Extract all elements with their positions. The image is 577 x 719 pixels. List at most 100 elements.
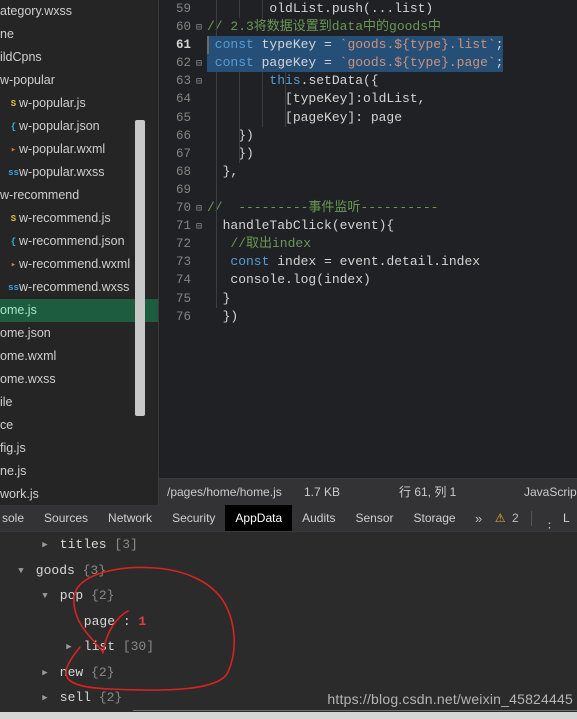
code-token-str: `goods.${type}.list` xyxy=(339,37,496,53)
code-text[interactable]: // ---------事件监听---------- xyxy=(207,199,438,217)
code-text[interactable]: oldList.push(...list) xyxy=(207,0,433,18)
appdata-count: [30] xyxy=(115,639,155,654)
code-line[interactable]: 65 [pageKey]: page xyxy=(159,108,577,127)
code-line[interactable]: 70 ⊟// ---------事件监听---------- xyxy=(159,199,577,218)
appdata-count: {3} xyxy=(74,562,107,578)
warning-count: 2 xyxy=(511,511,519,525)
code-text[interactable]: // 2.3将数据设置到data中的goods中 xyxy=(207,18,441,36)
code-editor[interactable]: 59 oldList.push(...list) 60 ⊟// 2.3将数据设置到d… xyxy=(159,0,577,478)
appdata-row[interactable]: ▶ titles [3] xyxy=(0,532,577,558)
file-tree-item[interactable]: ce xyxy=(0,414,159,437)
code-line[interactable]: 64 [typeKey]:oldList, xyxy=(159,90,577,109)
code-text[interactable]: //取出index xyxy=(207,235,311,253)
file-tree-item[interactable]: fig.js xyxy=(0,437,159,460)
code-line[interactable]: 62 ⊟ const pageKey = `goods.${type}.page`… xyxy=(159,54,577,73)
code-line[interactable]: 76 }) xyxy=(159,308,577,326)
code-text[interactable]: }, xyxy=(207,163,239,181)
file-tree-item[interactable]: ategory.wxss xyxy=(0,0,159,23)
code-line[interactable]: 59 oldList.push(...list) xyxy=(159,0,577,19)
chevron-down-icon[interactable]: ▼ xyxy=(14,559,28,585)
devtools-tabbar[interactable]: sole Sources Network Security AppData Audits S… xyxy=(0,505,577,532)
code-line[interactable]: 67 }) xyxy=(159,144,577,163)
chevron-right-icon[interactable]: ▶ xyxy=(38,686,52,712)
appdata-count: {2} xyxy=(83,588,115,603)
code-text[interactable]: }) xyxy=(207,127,254,145)
file-tree-item-label: ategory.wxss xyxy=(0,4,73,18)
devtools-tab-storage[interactable]: Storage xyxy=(404,505,466,531)
file-tree-item[interactable]: w-popular xyxy=(0,69,159,92)
code-line[interactable]: 61 const typeKey = `goods.${type}.list`; xyxy=(159,36,577,55)
code-text[interactable]: this.setData({ xyxy=(207,72,378,90)
code-token-com: // ---------事件监听---------- xyxy=(207,200,439,216)
devtools-tab-network[interactable]: Network xyxy=(98,505,162,531)
file-tree-scrollbar-track[interactable] xyxy=(135,0,152,505)
code-token-kw: const xyxy=(207,55,254,71)
chevron-right-icon[interactable]: ▶ xyxy=(62,635,76,661)
status-caret-pos[interactable]: 行 61, 列 1 xyxy=(399,479,456,506)
devtools-tab-sensor[interactable]: Sensor xyxy=(345,505,403,531)
chevron-double-right-icon[interactable]: » xyxy=(469,505,488,531)
code-line[interactable]: 71 ⊟ handleTabClick(event){ xyxy=(159,217,577,236)
indent-guide xyxy=(216,162,217,181)
code-line[interactable]: 63⊟ this.setData({ xyxy=(159,72,577,91)
devtools-tab-security[interactable]: Security xyxy=(162,505,225,531)
devtools-tabbar-right[interactable]: » ⚠ 2 ⋮ L xyxy=(469,505,577,531)
devtools-tab-appdata[interactable]: AppData xyxy=(225,505,293,531)
appdata-row[interactable]: ▶ page : 1 xyxy=(0,609,577,635)
code-line[interactable]: 72 //取出index xyxy=(159,235,577,254)
code-text[interactable]: }) xyxy=(207,308,239,326)
appdata-row[interactable]: ▶ list [30] xyxy=(0,634,577,660)
more-options-icon[interactable]: ⋮ xyxy=(541,514,559,531)
code-line[interactable]: 75 } xyxy=(159,289,577,308)
code-text[interactable]: } xyxy=(207,290,231,308)
code-text[interactable]: console.log(index) xyxy=(207,271,371,289)
indent-guide xyxy=(216,289,217,308)
code-text[interactable]: const typeKey = `goods.${type}.list`; xyxy=(207,36,504,55)
file-explorer[interactable]: ategory.wxss ne ildCpns w-popular Sw-popular… xyxy=(0,0,159,505)
indent-guide xyxy=(216,126,217,145)
indent-guide xyxy=(285,108,286,127)
code-text[interactable]: [pageKey]: page xyxy=(207,109,402,127)
devtools-tab-sources[interactable]: Sources xyxy=(34,505,98,531)
code-lines[interactable]: 59 oldList.push(...list) 60 ⊟// 2.3将数据设置到d… xyxy=(159,0,577,326)
file-tree-item[interactable]: ne.js xyxy=(0,460,159,483)
devtools-tab-audits[interactable]: Audits xyxy=(292,505,345,531)
file-tree-item-label: ome.wxml xyxy=(0,349,57,363)
warning-triangle-icon[interactable]: ⚠ xyxy=(493,505,506,531)
file-tree-item[interactable]: work.js xyxy=(0,483,159,505)
file-tree-item[interactable]: ne xyxy=(0,23,159,46)
chevron-right-icon[interactable]: ▶ xyxy=(38,661,52,687)
code-text[interactable]: handleTabClick(event){ xyxy=(207,217,395,235)
appdata-row[interactable]: ▼ pop {2} xyxy=(0,583,577,609)
chevron-down-icon[interactable]: ▼ xyxy=(38,584,52,610)
line-number: 59 xyxy=(175,2,191,16)
file-tree-item[interactable]: ildCpns xyxy=(0,46,159,69)
appdata-key: list xyxy=(76,639,116,654)
current-line-marker xyxy=(207,36,209,55)
file-tree-item-label: w-popular.json xyxy=(19,119,100,133)
code-token-plain: }) xyxy=(207,127,254,143)
code-token-kw: const xyxy=(207,37,254,53)
appdata-row-list[interactable]: ▶ titles [3]▼ goods {3}▼ pop {2}▶ page :… xyxy=(0,532,577,711)
chevron-right-icon[interactable]: ▶ xyxy=(38,533,52,559)
code-text[interactable]: const index = event.detail.index xyxy=(207,253,480,271)
code-line[interactable]: 73 const index = event.detail.index xyxy=(159,253,577,272)
code-text[interactable]: const pageKey = `goods.${type}.page`; xyxy=(207,54,504,73)
code-line[interactable]: 60 ⊟// 2.3将数据设置到data中的goods中 xyxy=(159,18,577,37)
appdata-row[interactable]: ▼ goods {3} xyxy=(0,558,577,584)
status-language[interactable]: JavaScrip xyxy=(524,479,577,506)
appdata-value: 1 xyxy=(138,613,147,629)
devtools-tab-list[interactable]: sole Sources Network Security AppData Audits S… xyxy=(0,505,466,531)
code-text[interactable]: }) xyxy=(207,145,254,163)
appdata-row[interactable]: ▶ new {2} xyxy=(0,660,577,686)
file-tree-item-label: ile xyxy=(0,395,13,409)
code-token-plain: console.log(index) xyxy=(207,272,371,288)
code-line[interactable]: 74 console.log(index) xyxy=(159,271,577,290)
json-file-icon: { xyxy=(10,237,17,247)
file-tree-item[interactable]: Sw-popular.js xyxy=(0,92,159,115)
file-tree-scrollbar-thumb[interactable] xyxy=(135,120,145,416)
devtools-tab-sole[interactable]: sole xyxy=(0,505,34,531)
code-line[interactable]: 68 }, xyxy=(159,162,577,181)
code-line[interactable]: 66 }) xyxy=(159,126,577,145)
code-line[interactable]: 69 xyxy=(159,180,577,200)
